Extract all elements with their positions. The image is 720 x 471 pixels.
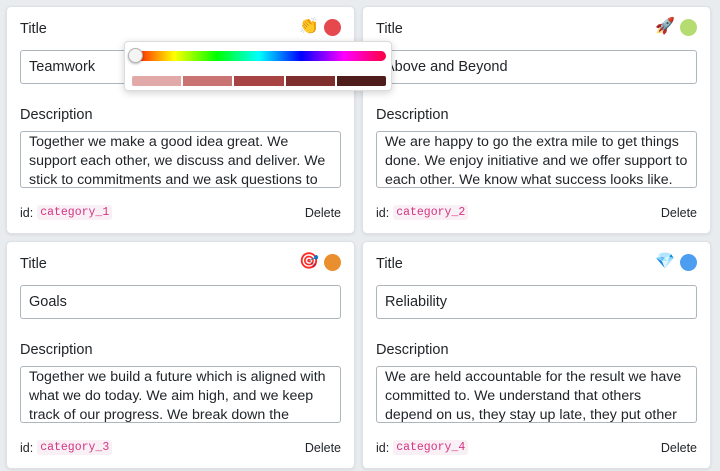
description-label: Description (376, 342, 449, 358)
title-label: Title (376, 256, 403, 272)
color-swatch-button[interactable] (324, 253, 341, 271)
description-textarea[interactable]: Together we build a future which is alig… (20, 366, 341, 423)
shade-swatch[interactable] (132, 76, 182, 86)
delete-button[interactable]: Delete (305, 206, 341, 220)
category-card: Title 🚀 Description We are happy to go t… (362, 6, 711, 234)
color-picker-popover[interactable] (124, 41, 392, 91)
title-input[interactable] (376, 285, 697, 319)
id-prefix: id: (376, 440, 390, 455)
shade-swatch[interactable] (183, 76, 233, 86)
title-label: Title (20, 21, 47, 37)
category-card: Title 🎯 Description Together we build a … (6, 241, 355, 469)
id-prefix: id: (20, 440, 34, 455)
title-input[interactable] (20, 285, 341, 319)
description-label: Description (20, 107, 93, 123)
id-code: category_3 (37, 440, 113, 455)
category-id: id: category_3 (20, 440, 113, 455)
color-swatch-button[interactable] (680, 18, 697, 36)
description-textarea[interactable]: We are held accountable for the result w… (376, 366, 697, 423)
id-code: category_1 (37, 205, 113, 220)
category-id: id: category_1 (20, 205, 113, 220)
id-prefix: id: (376, 205, 390, 220)
shade-swatch[interactable] (285, 76, 335, 86)
color-swatch-button[interactable] (680, 253, 697, 271)
description-textarea[interactable]: Together we make a good idea great. We s… (20, 131, 341, 188)
shade-swatch[interactable] (234, 76, 284, 86)
description-label: Description (20, 342, 93, 358)
title-input[interactable] (376, 50, 697, 84)
color-swatch-button[interactable] (324, 18, 341, 36)
title-label: Title (376, 21, 403, 37)
category-id: id: category_2 (376, 205, 469, 220)
hue-slider-handle[interactable] (128, 48, 143, 63)
gem-icon[interactable]: 💎 (655, 252, 675, 272)
category-card: Title 💎 Description We are held accounta… (362, 241, 711, 469)
shade-palette (132, 76, 387, 86)
delete-button[interactable]: Delete (305, 441, 341, 455)
delete-button[interactable]: Delete (661, 441, 697, 455)
target-icon[interactable]: 🎯 (299, 252, 319, 272)
shade-swatch[interactable] (336, 76, 387, 86)
description-textarea[interactable]: We are happy to go the extra mile to get… (376, 131, 697, 188)
hue-slider-track[interactable] (132, 51, 386, 61)
id-code: category_2 (393, 205, 469, 220)
delete-button[interactable]: Delete (661, 206, 697, 220)
id-code: category_4 (393, 440, 469, 455)
id-prefix: id: (20, 205, 34, 220)
category-id: id: category_4 (376, 440, 469, 455)
clapping-hands-icon[interactable]: 👏 (299, 17, 319, 37)
title-label: Title (20, 256, 47, 272)
description-label: Description (376, 107, 449, 123)
rocket-icon[interactable]: 🚀 (655, 17, 675, 37)
